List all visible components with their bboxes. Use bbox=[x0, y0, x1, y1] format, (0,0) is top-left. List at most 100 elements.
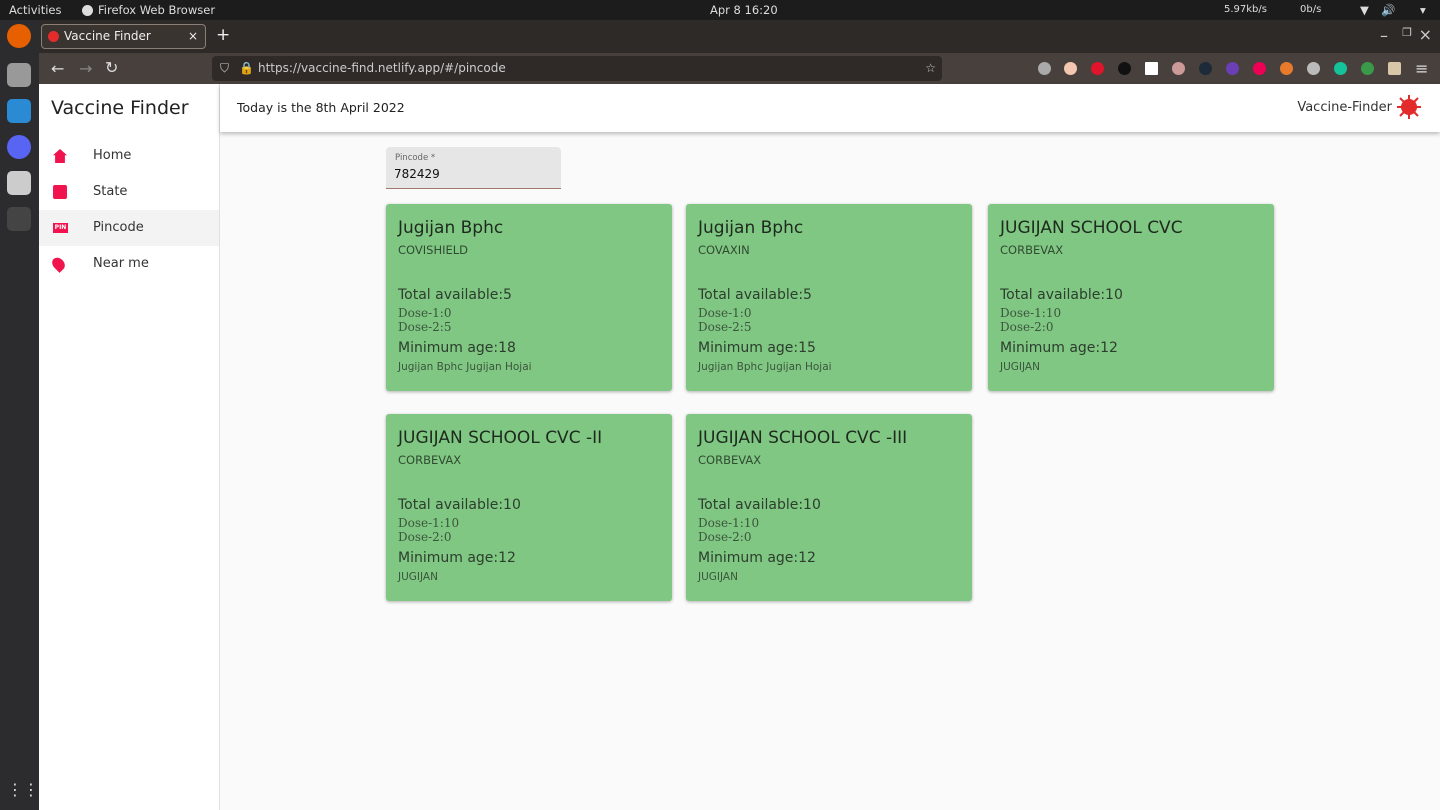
logo-text[interactable]: Vaccine-Finder bbox=[1297, 100, 1392, 115]
volume-icon[interactable]: 🔊 bbox=[1381, 0, 1395, 20]
total-available: Total available:10 bbox=[1000, 287, 1123, 303]
discord-icon[interactable] bbox=[7, 135, 31, 159]
wifi-icon[interactable]: ▼ bbox=[1360, 0, 1369, 20]
grammarly-icon[interactable] bbox=[1334, 62, 1347, 75]
sidebar-item-label: Near me bbox=[93, 256, 149, 271]
dose-1: Dose-1:10 bbox=[1000, 306, 1062, 320]
virus-favicon-icon bbox=[48, 31, 59, 42]
location-pin-icon bbox=[49, 255, 68, 273]
center-name: JUGIJAN SCHOOL CVC -II bbox=[398, 428, 603, 448]
minimum-age: Minimum age:12 bbox=[698, 550, 816, 566]
calculator-icon[interactable] bbox=[7, 171, 31, 195]
sidebar-item-label: State bbox=[93, 184, 128, 199]
vaccine-name: CORBEVAX bbox=[1000, 243, 1064, 257]
activities-button[interactable]: Activities bbox=[9, 0, 61, 20]
center-name: Jugijan Bphc bbox=[398, 218, 504, 238]
extension-dark-icon[interactable] bbox=[1118, 62, 1131, 75]
center-name: Jugijan Bphc bbox=[698, 218, 804, 238]
shield-icon[interactable]: ⛉ bbox=[220, 56, 229, 81]
menu-icon[interactable]: ≡ bbox=[1415, 59, 1428, 78]
center-address: Jugijan Bphc Jugijan Hojai bbox=[398, 361, 532, 373]
minimum-age: Minimum age:15 bbox=[698, 340, 816, 356]
app-menu[interactable]: Firefox Web Browser bbox=[98, 0, 215, 20]
pin-icon: PIN bbox=[53, 223, 68, 233]
app-header: Today is the 8th April 2022 Vaccine-Find… bbox=[220, 84, 1440, 132]
globe-icon[interactable] bbox=[1307, 62, 1320, 75]
total-available: Total available:10 bbox=[698, 497, 821, 513]
minimum-age: Minimum age:12 bbox=[1000, 340, 1118, 356]
vscode-icon[interactable] bbox=[7, 99, 31, 123]
dose-2: Dose-2:5 bbox=[398, 320, 452, 334]
upload-speed: 0b/s bbox=[1300, 4, 1322, 15]
close-window-icon[interactable]: × bbox=[1419, 25, 1432, 44]
restore-icon[interactable]: ❐ bbox=[1402, 26, 1412, 39]
dose-1: Dose-1:10 bbox=[698, 516, 760, 530]
tab-vaccine-finder[interactable]: Vaccine Finder × bbox=[41, 24, 206, 49]
center-name: JUGIJAN SCHOOL CVC bbox=[1000, 218, 1183, 238]
extension-purple-icon[interactable] bbox=[1226, 62, 1239, 75]
system-top-bar: Activities Firefox Web Browser Apr 8 16:… bbox=[0, 0, 1440, 20]
dose-2: Dose-2:0 bbox=[698, 530, 752, 544]
sidebar-title: Vaccine Finder bbox=[51, 97, 189, 119]
extension-red-icon[interactable] bbox=[1091, 62, 1104, 75]
download-speed: 5.97kb/s bbox=[1224, 4, 1267, 15]
sidebar: Vaccine Finder Home State PIN Pincode Ne… bbox=[39, 84, 220, 810]
reload-icon[interactable]: ↻ bbox=[105, 58, 118, 77]
pincode-field[interactable]: Pincode * bbox=[386, 147, 561, 189]
minimize-icon[interactable]: – bbox=[1380, 26, 1388, 45]
back-icon[interactable]: ← bbox=[51, 59, 64, 78]
clock[interactable]: Apr 8 16:20 bbox=[710, 0, 778, 20]
dose-1: Dose-1:0 bbox=[398, 306, 452, 320]
center-card: JUGIJAN SCHOOL CVC CORBEVAX Total availabl… bbox=[988, 204, 1274, 391]
sidebar-item-label: Home bbox=[93, 148, 132, 163]
new-tab-button[interactable]: + bbox=[216, 25, 230, 45]
extension-b-icon[interactable] bbox=[1361, 62, 1374, 75]
clipboard-icon[interactable] bbox=[1388, 62, 1401, 75]
show-apps-icon[interactable]: ⋮⋮ bbox=[7, 780, 39, 804]
url-text[interactable]: https://vaccine-find.netlify.app/#/pinco… bbox=[258, 61, 506, 75]
virus-logo-icon bbox=[1397, 95, 1421, 119]
sidebar-item-label: Pincode bbox=[93, 220, 144, 235]
total-available: Total available:10 bbox=[398, 497, 521, 513]
pincode-input[interactable] bbox=[394, 167, 544, 181]
sidebar-item-home[interactable]: Home bbox=[39, 138, 219, 174]
color-picker-icon[interactable] bbox=[1253, 62, 1266, 75]
vaccine-name: CORBEVAX bbox=[398, 453, 462, 467]
center-name: JUGIJAN SCHOOL CVC -III bbox=[698, 428, 908, 448]
center-address: JUGIJAN bbox=[698, 571, 738, 583]
total-available: Total available:5 bbox=[698, 287, 812, 303]
center-card: JUGIJAN SCHOOL CVC -II CORBEVAX Total avai… bbox=[386, 414, 672, 601]
tab-strip: Vaccine Finder × + – ❐ × bbox=[39, 20, 1440, 53]
files-icon[interactable] bbox=[7, 63, 31, 87]
total-available: Total available:5 bbox=[398, 287, 512, 303]
center-address: JUGIJAN bbox=[1000, 361, 1040, 373]
nav-toolbar: ← → ↻ ⛉ 🔒 https://vaccine-find.netlify.a… bbox=[39, 53, 1440, 84]
sidebar-item-pincode[interactable]: PIN Pincode bbox=[39, 210, 219, 246]
extension-chart-icon[interactable] bbox=[1145, 62, 1158, 75]
extension-orange-icon[interactable] bbox=[1280, 62, 1293, 75]
terminal-icon[interactable] bbox=[7, 207, 31, 231]
url-bar[interactable]: ⛉ 🔒 https://vaccine-find.netlify.app/#/p… bbox=[212, 56, 942, 81]
sidebar-item-state[interactable]: State bbox=[39, 174, 219, 210]
dose-1: Dose-1:10 bbox=[398, 516, 460, 530]
system-menu-icon[interactable]: ▾ bbox=[1420, 0, 1426, 20]
pocket-icon[interactable] bbox=[1038, 62, 1051, 75]
react-devtools-icon[interactable] bbox=[1199, 62, 1212, 75]
dock: ⋮⋮ bbox=[0, 20, 39, 810]
forward-icon[interactable]: → bbox=[79, 59, 92, 78]
firefox-dock-icon[interactable] bbox=[7, 24, 31, 48]
home-icon bbox=[53, 149, 67, 163]
center-card: JUGIJAN SCHOOL CVC -III CORBEVAX Total ava… bbox=[686, 414, 972, 601]
minimum-age: Minimum age:12 bbox=[398, 550, 516, 566]
center-card: Jugijan Bphc COVAXIN Total available:5 Dose… bbox=[686, 204, 972, 391]
dose-1: Dose-1:0 bbox=[698, 306, 752, 320]
extension-face-icon[interactable] bbox=[1172, 62, 1185, 75]
lock-icon[interactable]: 🔒 bbox=[239, 56, 254, 81]
close-tab-icon[interactable]: × bbox=[188, 25, 198, 48]
center-card: Jugijan Bphc COVISHIELD Total available:5 D… bbox=[386, 204, 672, 391]
bookmark-star-icon[interactable]: ☆ bbox=[925, 56, 936, 81]
extension-n-icon[interactable] bbox=[1064, 62, 1077, 75]
vaccine-name: CORBEVAX bbox=[698, 453, 762, 467]
today-date: Today is the 8th April 2022 bbox=[237, 100, 405, 115]
sidebar-item-near-me[interactable]: Near me bbox=[39, 246, 219, 282]
